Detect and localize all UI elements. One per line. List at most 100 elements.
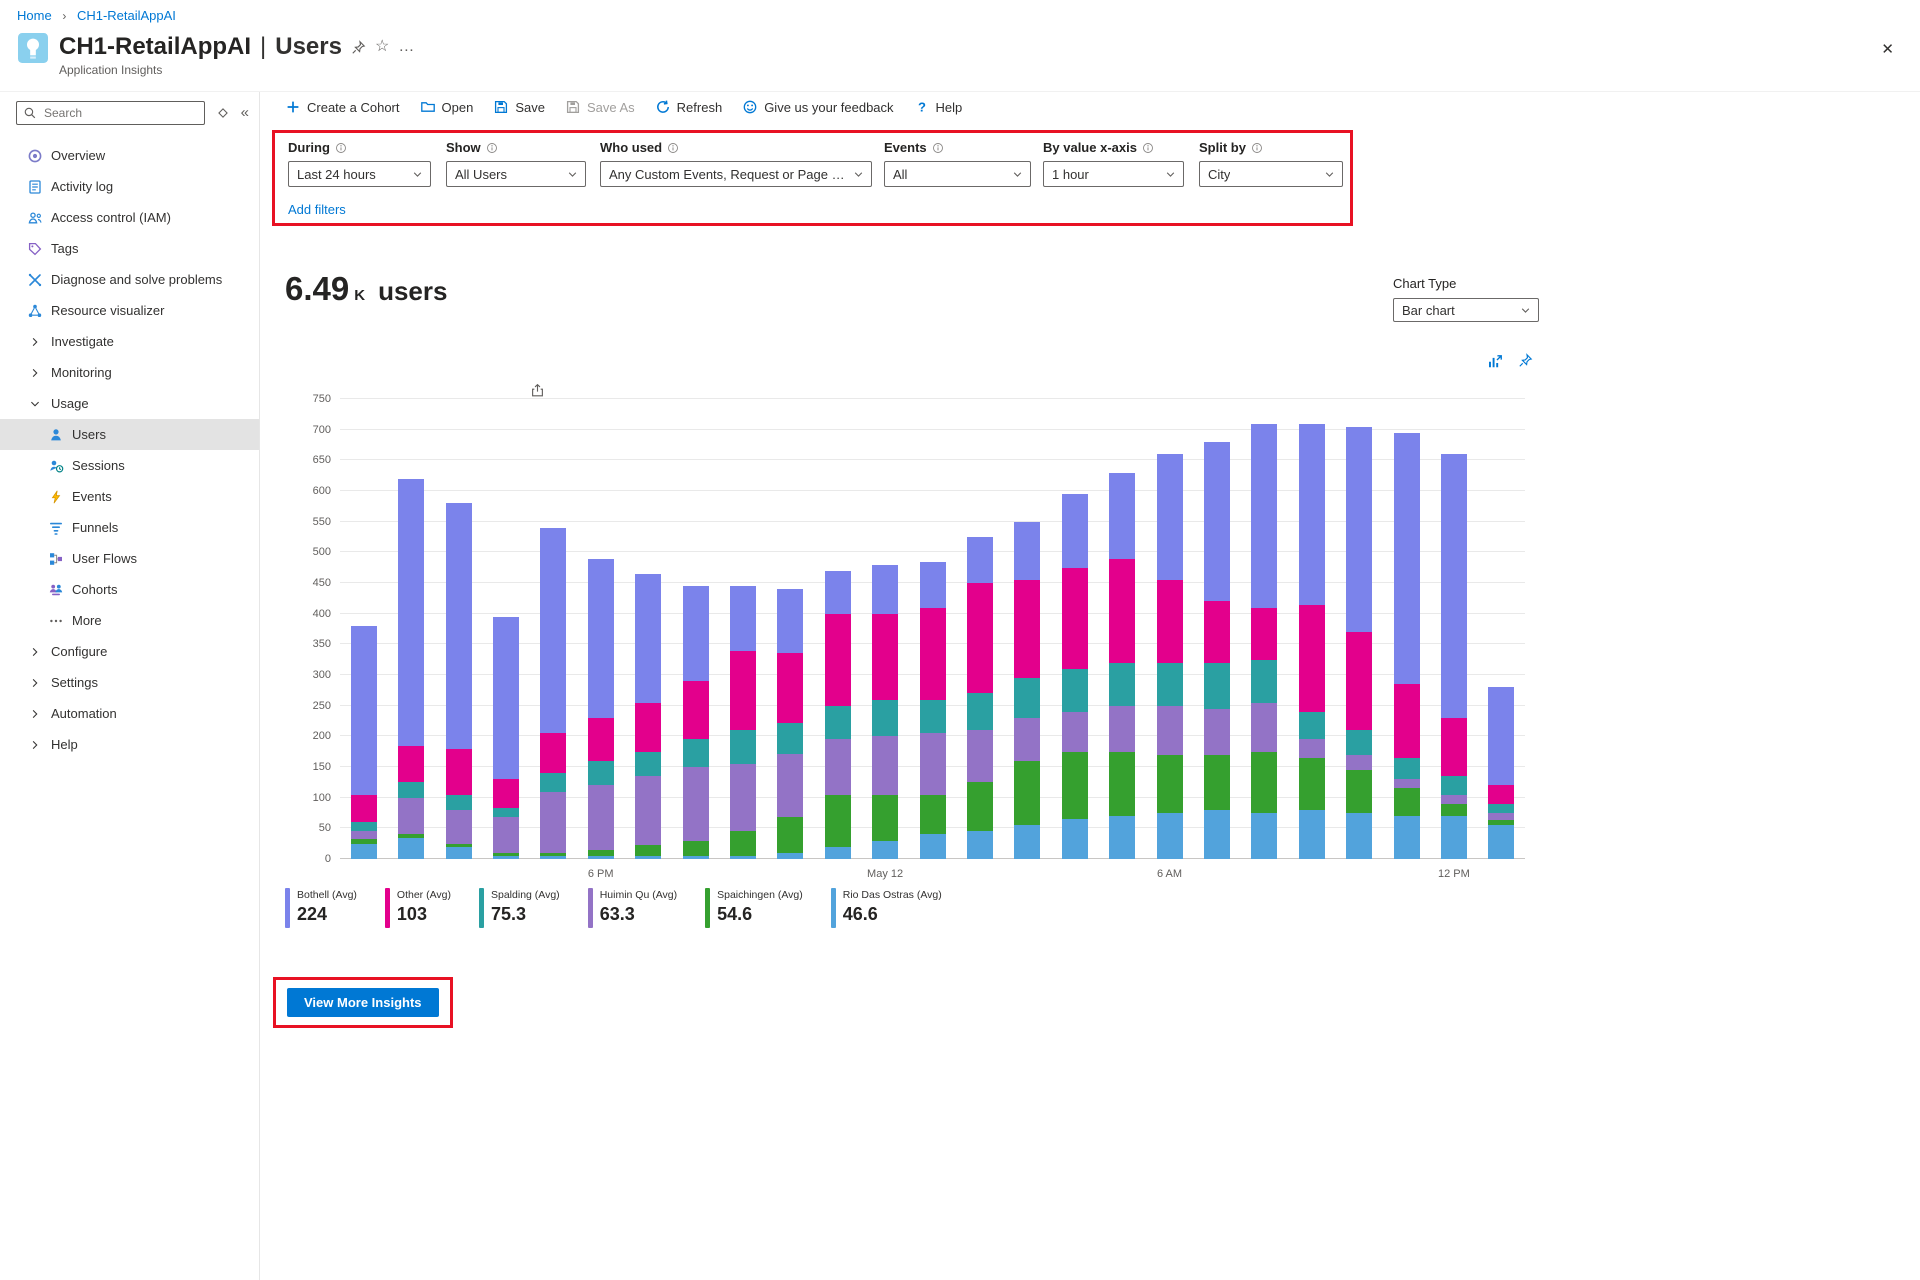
- bar-segment-huimin-qu: [1441, 795, 1467, 804]
- sidebar-item-overview[interactable]: Overview: [0, 140, 259, 171]
- bar-segment-bothell: [446, 503, 472, 748]
- bar-segment-rio-das-ostras: [1441, 816, 1467, 859]
- bar-segment-bothell: [493, 617, 519, 780]
- toolbar-give-us-your-feedback-button[interactable]: Give us your feedback: [742, 99, 893, 115]
- user-flows-icon: [47, 551, 64, 567]
- sidebar-item-activity-log[interactable]: Activity log: [0, 171, 259, 202]
- toolbar-refresh-button[interactable]: Refresh: [655, 99, 723, 115]
- y-axis-label: 100: [313, 792, 331, 804]
- chevron-right-icon: [26, 644, 43, 660]
- show-dropdown[interactable]: All Users: [446, 161, 586, 187]
- bar-segment-huimin-qu: [1488, 813, 1514, 820]
- diamond-icon[interactable]: [216, 106, 230, 120]
- view-more-insights-button[interactable]: View More Insights: [287, 988, 439, 1017]
- filter-label-text: During: [288, 140, 330, 155]
- add-filters-link[interactable]: Add filters: [288, 202, 346, 217]
- access-control-icon: [26, 210, 43, 226]
- bar-segment-spaichingen: [967, 782, 993, 831]
- bar-segment-huimin-qu: [872, 736, 898, 794]
- sidebar-item-sessions[interactable]: Sessions: [0, 450, 259, 481]
- bar-segment-spaichingen: [1109, 752, 1135, 816]
- legend-color-swatch: [705, 888, 710, 928]
- chevron-down-icon: [1165, 169, 1176, 180]
- events-dropdown[interactable]: All: [884, 161, 1031, 187]
- pin-chart-icon[interactable]: [1518, 353, 1533, 370]
- breadcrumb-home-link[interactable]: Home: [17, 8, 52, 23]
- bar-segment-spaichingen: [1299, 758, 1325, 810]
- bar-segment-other: [825, 614, 851, 706]
- bar-segment-other: [351, 795, 377, 823]
- bar: [493, 617, 519, 859]
- bar-segment-other: [635, 703, 661, 752]
- y-axis-label: 350: [313, 638, 331, 650]
- bar-segment-bothell: [1346, 427, 1372, 632]
- y-axis: 0501001502002503003504004505005506006507…: [285, 399, 331, 859]
- sidebar-item-configure[interactable]: Configure: [0, 636, 259, 667]
- legend-color-swatch: [831, 888, 836, 928]
- sidebar-item-monitoring[interactable]: Monitoring: [0, 357, 259, 388]
- bar-segment-huimin-qu: [1157, 706, 1183, 755]
- sidebar-search[interactable]: [16, 101, 205, 125]
- breadcrumb-current-link[interactable]: CH1-RetailAppAI: [77, 8, 176, 23]
- bar-segment-spalding: [1346, 730, 1372, 755]
- toolbar-save-button[interactable]: Save: [493, 99, 545, 115]
- sidebar-item-automation[interactable]: Automation: [0, 698, 259, 729]
- sidebar-item-cohorts[interactable]: Cohorts: [0, 574, 259, 605]
- legend-series-name: Bothell (Avg): [297, 889, 357, 901]
- chevron-right-icon: [26, 334, 43, 350]
- during-dropdown[interactable]: Last 24 hours: [288, 161, 431, 187]
- chart-type-dropdown[interactable]: Bar chart: [1393, 298, 1539, 322]
- collapse-sidebar-icon[interactable]: «: [241, 106, 249, 120]
- y-axis-label: 200: [313, 730, 331, 742]
- page-title-resource: CH1-RetailAppAI: [59, 33, 251, 61]
- bar: [777, 589, 803, 859]
- bar: [1014, 522, 1040, 859]
- bar-segment-huimin-qu: [1251, 703, 1277, 752]
- sidebar-item-usage[interactable]: Usage: [0, 388, 259, 419]
- toolbar-help-button[interactable]: ?Help: [914, 99, 963, 115]
- search-input[interactable]: [16, 101, 205, 125]
- filter-label: Events: [884, 140, 1031, 155]
- sidebar-item-investigate[interactable]: Investigate: [0, 326, 259, 357]
- y-axis-label: 150: [313, 761, 331, 773]
- by-value-x-axis-dropdown[interactable]: 1 hour: [1043, 161, 1184, 187]
- bar-segment-spalding: [588, 761, 614, 786]
- legend-series-value: 54.6: [717, 904, 803, 925]
- bar-segment-rio-das-ostras: [777, 853, 803, 859]
- info-icon: [1251, 142, 1263, 154]
- bar-segment-spalding: [920, 700, 946, 734]
- filter-label: During: [288, 140, 431, 155]
- bar-segment-bothell: [635, 574, 661, 703]
- toolbar-save-as-button: Save As: [565, 99, 635, 115]
- bar-segment-spaichingen: [1251, 752, 1277, 813]
- overview-icon: [26, 148, 43, 164]
- split-by-dropdown[interactable]: City: [1199, 161, 1343, 187]
- bar-segment-huimin-qu: [446, 810, 472, 844]
- who-used-dropdown[interactable]: Any Custom Events, Request or Page View: [600, 161, 872, 187]
- bar-segment-spalding: [825, 706, 851, 740]
- sidebar-item-tags[interactable]: Tags: [0, 233, 259, 264]
- chevron-down-icon: [412, 169, 423, 180]
- sidebar-item-access-control-iam[interactable]: Access control (IAM): [0, 202, 259, 233]
- diagnose-icon: [26, 272, 43, 288]
- toolbar-open-button[interactable]: Open: [420, 99, 474, 115]
- sidebar-item-resource-visualizer[interactable]: Resource visualizer: [0, 295, 259, 326]
- sidebar-item-settings[interactable]: Settings: [0, 667, 259, 698]
- sidebar-item-help[interactable]: Help: [0, 729, 259, 760]
- sidebar-item-diagnose-and-solve-problems[interactable]: Diagnose and solve problems: [0, 264, 259, 295]
- sidebar-item-funnels[interactable]: Funnels: [0, 512, 259, 543]
- filter-value: Last 24 hours: [297, 167, 376, 182]
- sidebar-item-label: Sessions: [72, 458, 125, 473]
- chart-legend: Bothell (Avg)224Other (Avg)103Spalding (…: [285, 888, 942, 928]
- sidebar-item-more[interactable]: More: [0, 605, 259, 636]
- sidebar-item-events[interactable]: Events: [0, 481, 259, 512]
- sidebar-item-user-flows[interactable]: User Flows: [0, 543, 259, 574]
- toolbar-create-a-cohort-button[interactable]: Create a Cohort: [285, 99, 400, 115]
- filter-label-text: Split by: [1199, 140, 1246, 155]
- filter-value: All: [893, 167, 907, 182]
- open-in-metrics-icon[interactable]: [1487, 353, 1504, 370]
- bar: [446, 503, 472, 859]
- bar-segment-rio-das-ostras: [446, 847, 472, 859]
- filter-split-by: Split by City: [1199, 140, 1343, 187]
- sidebar-item-users[interactable]: Users: [0, 419, 259, 450]
